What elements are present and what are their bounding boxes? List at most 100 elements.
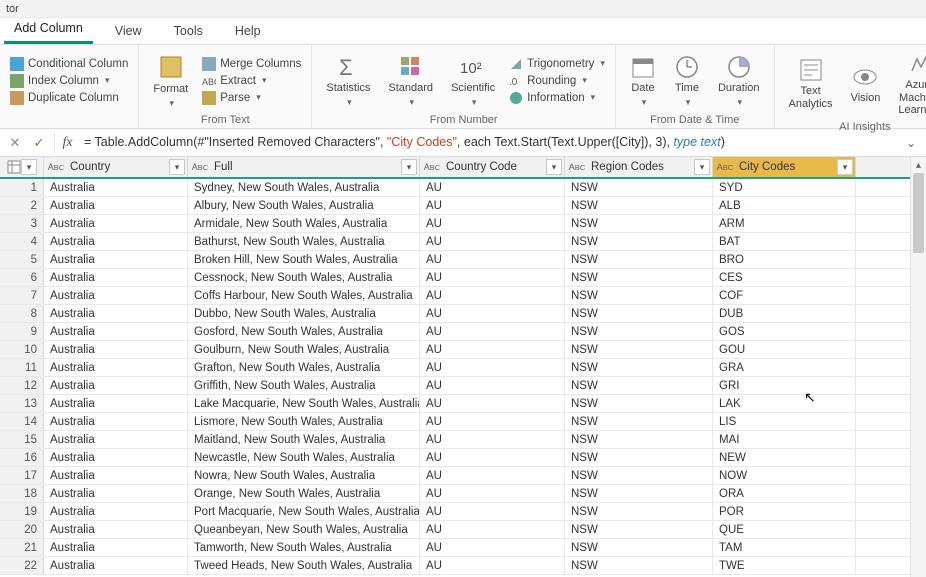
parse-button[interactable]: Parse▾: [200, 90, 303, 106]
cell[interactable]: NSW: [565, 557, 713, 574]
table-row[interactable]: 20AustraliaQueanbeyan, New South Wales, …: [0, 521, 910, 539]
table-row[interactable]: 18AustraliaOrange, New South Wales, Aust…: [0, 485, 910, 503]
cell[interactable]: TAM: [713, 539, 856, 556]
conditional-column-button[interactable]: Conditional Column: [8, 56, 130, 72]
cell[interactable]: Australia: [44, 341, 188, 358]
cell[interactable]: NSW: [565, 323, 713, 340]
cell[interactable]: Albury, New South Wales, Australia: [188, 197, 420, 214]
row-number[interactable]: 20: [0, 521, 44, 538]
cell[interactable]: ARM: [713, 215, 856, 232]
cell[interactable]: Broken Hill, New South Wales, Australia: [188, 251, 420, 268]
cell[interactable]: AU: [420, 395, 565, 412]
cell[interactable]: Cessnock, New South Wales, Australia: [188, 269, 420, 286]
cell[interactable]: Australia: [44, 359, 188, 376]
cell[interactable]: Australia: [44, 449, 188, 466]
cell[interactable]: Australia: [44, 431, 188, 448]
cell[interactable]: NOW: [713, 467, 856, 484]
row-number[interactable]: 14: [0, 413, 44, 430]
cell[interactable]: Coffs Harbour, New South Wales, Australi…: [188, 287, 420, 304]
column-header-region-codes[interactable]: ABCRegion Codes▾: [565, 157, 713, 177]
column-header-country-code[interactable]: ABCCountry Code▾: [420, 157, 565, 177]
cell[interactable]: NEW: [713, 449, 856, 466]
cell[interactable]: Australia: [44, 233, 188, 250]
cell[interactable]: NSW: [565, 467, 713, 484]
table-row[interactable]: 11AustraliaGrafton, New South Wales, Aus…: [0, 359, 910, 377]
cell[interactable]: AU: [420, 557, 565, 574]
cell[interactable]: Goulburn, New South Wales, Australia: [188, 341, 420, 358]
table-row[interactable]: 9AustraliaGosford, New South Wales, Aust…: [0, 323, 910, 341]
table-row[interactable]: 12AustraliaGriffith, New South Wales, Au…: [0, 377, 910, 395]
cell[interactable]: Griffith, New South Wales, Australia: [188, 377, 420, 394]
row-number[interactable]: 19: [0, 503, 44, 520]
row-number[interactable]: 18: [0, 485, 44, 502]
cell[interactable]: DUB: [713, 305, 856, 322]
filter-dropdown-icon[interactable]: ▾: [837, 159, 853, 175]
table-row[interactable]: 6AustraliaCessnock, New South Wales, Aus…: [0, 269, 910, 287]
standard-button[interactable]: Standard▾: [382, 52, 439, 109]
cell[interactable]: Australia: [44, 323, 188, 340]
text-analytics-button[interactable]: Text Analytics: [783, 55, 839, 112]
cell[interactable]: LIS: [713, 413, 856, 430]
cell[interactable]: ORA: [713, 485, 856, 502]
cell[interactable]: NSW: [565, 179, 713, 196]
extract-button[interactable]: ABCExtract▾: [200, 73, 303, 89]
cell[interactable]: COF: [713, 287, 856, 304]
table-row[interactable]: 19AustraliaPort Macquarie, New South Wal…: [0, 503, 910, 521]
cell[interactable]: POR: [713, 503, 856, 520]
table-row[interactable]: 16AustraliaNewcastle, New South Wales, A…: [0, 449, 910, 467]
cell[interactable]: Australia: [44, 305, 188, 322]
index-column-button[interactable]: Index Column▾: [8, 73, 130, 89]
cell[interactable]: NSW: [565, 269, 713, 286]
cell[interactable]: Sydney, New South Wales, Australia: [188, 179, 420, 196]
row-number[interactable]: 15: [0, 431, 44, 448]
table-row[interactable]: 3AustraliaArmidale, New South Wales, Aus…: [0, 215, 910, 233]
column-header-country[interactable]: ABCCountry▾: [44, 157, 188, 177]
cell[interactable]: Australia: [44, 539, 188, 556]
filter-dropdown-icon[interactable]: ▾: [169, 159, 185, 175]
row-number[interactable]: 11: [0, 359, 44, 376]
formula-cancel-button[interactable]: ✕: [4, 132, 26, 154]
cell[interactable]: AU: [420, 269, 565, 286]
cell[interactable]: Australia: [44, 557, 188, 574]
formula-expand-button[interactable]: ⌄: [900, 132, 922, 154]
cell[interactable]: AU: [420, 521, 565, 538]
cell[interactable]: LAK: [713, 395, 856, 412]
cell[interactable]: AU: [420, 413, 565, 430]
cell[interactable]: AU: [420, 485, 565, 502]
row-number[interactable]: 9: [0, 323, 44, 340]
cell[interactable]: GRA: [713, 359, 856, 376]
scroll-up-button[interactable]: ▴: [911, 157, 926, 173]
cell[interactable]: Bathurst, New South Wales, Australia: [188, 233, 420, 250]
cell[interactable]: Nowra, New South Wales, Australia: [188, 467, 420, 484]
cell[interactable]: NSW: [565, 359, 713, 376]
table-row[interactable]: 5AustraliaBroken Hill, New South Wales, …: [0, 251, 910, 269]
cell[interactable]: GOU: [713, 341, 856, 358]
cell[interactable]: AU: [420, 359, 565, 376]
cell[interactable]: NSW: [565, 539, 713, 556]
cell[interactable]: BRO: [713, 251, 856, 268]
cell[interactable]: AU: [420, 431, 565, 448]
cell[interactable]: Dubbo, New South Wales, Australia: [188, 305, 420, 322]
cell[interactable]: Queanbeyan, New South Wales, Australia: [188, 521, 420, 538]
cell[interactable]: Lismore, New South Wales, Australia: [188, 413, 420, 430]
row-number[interactable]: 21: [0, 539, 44, 556]
row-number[interactable]: 10: [0, 341, 44, 358]
cell[interactable]: Tamworth, New South Wales, Australia: [188, 539, 420, 556]
table-row[interactable]: 10AustraliaGoulburn, New South Wales, Au…: [0, 341, 910, 359]
cell[interactable]: AU: [420, 503, 565, 520]
formula-commit-button[interactable]: ✓: [28, 132, 50, 154]
table-row[interactable]: 2AustraliaAlbury, New South Wales, Austr…: [0, 197, 910, 215]
cell[interactable]: Australia: [44, 377, 188, 394]
cell[interactable]: AU: [420, 287, 565, 304]
cell[interactable]: NSW: [565, 413, 713, 430]
cell[interactable]: Port Macquarie, New South Wales, Austral…: [188, 503, 420, 520]
row-number[interactable]: 2: [0, 197, 44, 214]
tab-help[interactable]: Help: [225, 20, 271, 44]
cell[interactable]: Australia: [44, 179, 188, 196]
cell[interactable]: NSW: [565, 431, 713, 448]
cell[interactable]: Orange, New South Wales, Australia: [188, 485, 420, 502]
rounding-button[interactable]: .0Rounding▾: [507, 73, 607, 89]
table-row[interactable]: 17AustraliaNowra, New South Wales, Austr…: [0, 467, 910, 485]
cell[interactable]: NSW: [565, 521, 713, 538]
vision-button[interactable]: Vision: [845, 62, 887, 107]
